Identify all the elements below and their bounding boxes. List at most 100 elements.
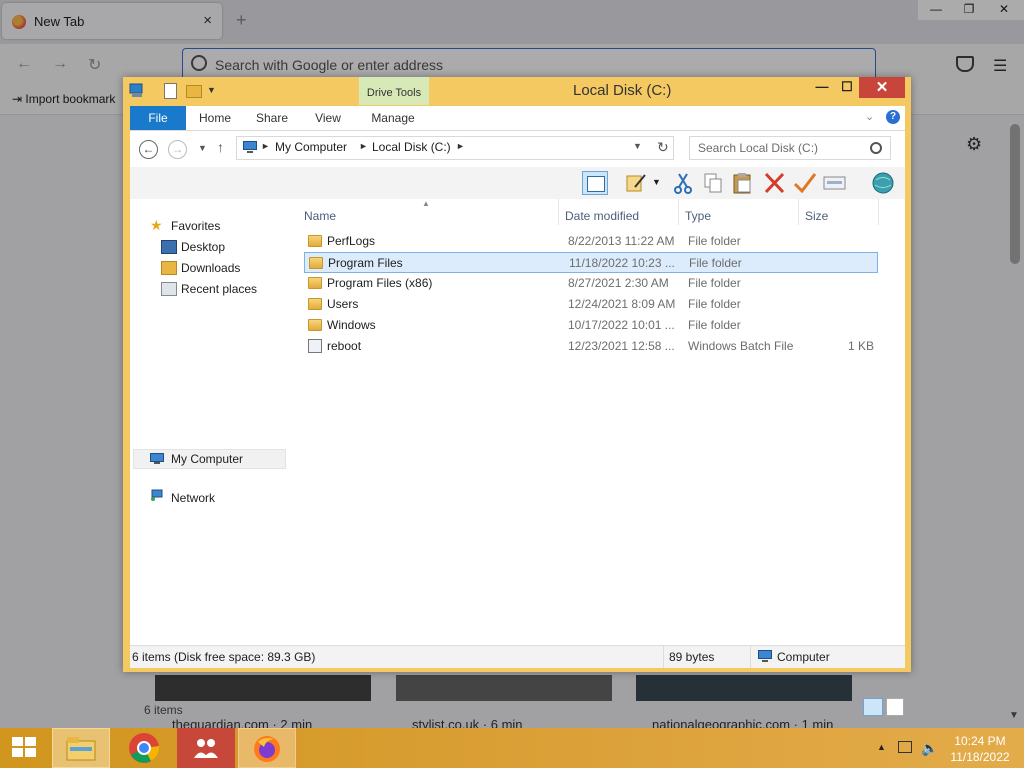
taskbar-firefox[interactable] [238, 728, 296, 768]
properties-edit-icon[interactable] [623, 171, 649, 195]
nav-network[interactable]: Network [171, 491, 215, 505]
tab-share[interactable]: Share [250, 106, 294, 130]
properties-icon[interactable] [164, 83, 177, 99]
search-input[interactable]: Search Local Disk (C:) [689, 136, 891, 160]
command-toolbar: ▼ [130, 167, 905, 199]
select-all-icon[interactable] [822, 171, 848, 195]
minimize-icon: — [815, 79, 829, 94]
file-date: 11/18/2022 10:23 ... [569, 256, 675, 270]
column-header-size[interactable]: Size [805, 209, 828, 223]
column-divider[interactable] [558, 199, 559, 225]
up-one-level-icon[interactable]: ↑ [217, 139, 224, 155]
windows-logo-icon [12, 737, 23, 746]
sort-ascending-icon: ▲ [422, 199, 430, 208]
taskbar: ▲ 🔈 10:24 PM 11/18/2022 [0, 728, 1024, 768]
file-name: reboot [327, 339, 362, 353]
file-date: 12/24/2021 8:09 AM [568, 297, 676, 311]
breadcrumb-separator-icon[interactable]: ► [359, 141, 368, 151]
preview-pane-button[interactable] [582, 171, 608, 195]
nav-favorites-label[interactable]: Favorites [171, 219, 220, 233]
start-button[interactable] [0, 728, 46, 768]
taskbar-chrome[interactable] [116, 728, 174, 768]
show-hidden-icons-icon[interactable]: ▲ [877, 742, 886, 752]
breadcrumb-my-computer[interactable]: My Computer [275, 140, 347, 154]
column-header-date-modified[interactable]: Date modified [565, 209, 639, 223]
address-bar[interactable]: ► My Computer ► Local Disk (C:) ► ▼ ↻ [236, 136, 674, 160]
details-view-button[interactable] [863, 698, 883, 716]
windows-logo-icon [25, 737, 36, 746]
address-dropdown-icon[interactable]: ▼ [633, 141, 642, 151]
large-icons-view-button[interactable] [886, 698, 904, 716]
computer-icon [243, 141, 257, 153]
minimize-button[interactable]: — [809, 77, 835, 99]
file-row[interactable]: Program Files (x86) 8/27/2021 2:30 AM Fi… [304, 273, 878, 294]
navigation-row: ← → ▼ ↑ ► My Computer ► Local Disk (C:) … [130, 131, 905, 167]
cut-icon[interactable] [670, 171, 696, 195]
tab-view[interactable]: View [308, 106, 348, 130]
back-button[interactable]: ← [139, 140, 158, 159]
volume-icon[interactable]: 🔈 [921, 740, 938, 757]
nav-my-computer[interactable]: My Computer [133, 449, 286, 469]
close-button[interactable]: ✕ [859, 77, 905, 98]
new-folder-icon[interactable] [186, 85, 202, 98]
file-name: PerfLogs [327, 234, 376, 248]
help-icon[interactable]: ? [886, 110, 900, 124]
network-tray-icon[interactable] [898, 741, 912, 753]
drive-icon[interactable] [129, 82, 145, 98]
folder-icon [308, 277, 322, 289]
rename-check-icon[interactable] [792, 171, 818, 195]
customize-quick-access-icon[interactable]: ▼ [207, 85, 216, 95]
column-header-name[interactable]: Name [304, 209, 336, 223]
file-type: File folder [688, 297, 741, 311]
file-name: Program Files [328, 256, 403, 270]
breadcrumb-separator-icon[interactable]: ► [456, 141, 465, 151]
properties-dropdown-icon[interactable]: ▼ [652, 177, 664, 201]
tab-manage[interactable]: Manage [366, 106, 420, 130]
refresh-icon[interactable]: ↻ [657, 139, 669, 156]
file-type: File folder [688, 276, 741, 290]
taskbar-people[interactable] [177, 728, 235, 768]
column-divider[interactable] [678, 199, 679, 225]
file-row[interactable]: PerfLogs 8/22/2013 11:22 AM File folder [304, 231, 878, 252]
file-date: 12/23/2021 12:58 ... [568, 339, 675, 353]
maximize-icon: ☐ [841, 79, 853, 94]
search-icon [870, 142, 882, 154]
file-row[interactable]: reboot 12/23/2021 12:58 ... Windows Batc… [304, 336, 878, 357]
recent-locations-dropdown-icon[interactable]: ▼ [198, 143, 207, 153]
desktop-icon [161, 240, 177, 254]
file-type: File folder [688, 234, 741, 248]
clock-date[interactable]: 11/18/2022 [950, 750, 1010, 764]
delete-icon[interactable] [762, 171, 788, 195]
preview-pane-icon [587, 176, 605, 192]
paste-icon[interactable] [730, 171, 756, 195]
status-disk-free: 6 items (Disk free space: 89.3 GB) [132, 650, 316, 664]
nav-downloads[interactable]: Downloads [181, 261, 240, 275]
column-divider[interactable] [798, 199, 799, 225]
maximize-button[interactable]: ☐ [835, 77, 859, 99]
file-name: Windows [327, 318, 376, 332]
column-header-type[interactable]: Type [685, 209, 711, 223]
clock-time[interactable]: 10:24 PM [950, 734, 1010, 748]
file-date: 8/22/2013 11:22 AM [568, 234, 675, 248]
breadcrumb-local-disk[interactable]: Local Disk (C:) [372, 140, 451, 154]
navigation-pane: ★ Favorites Desktop Downloads Recent pla… [130, 199, 290, 639]
taskbar-file-explorer[interactable] [52, 728, 110, 768]
drive-tools-label: Drive Tools [366, 87, 422, 99]
column-divider[interactable] [878, 199, 879, 225]
copy-icon[interactable] [700, 171, 726, 195]
tab-home[interactable]: Home [192, 106, 238, 130]
ribbon-tabs: File Home Share View Manage ⌄ ? [130, 106, 905, 131]
file-row[interactable]: Windows 10/17/2022 10:01 ... File folder [304, 315, 878, 336]
network-icon [151, 489, 163, 501]
explorer-window: ▼ Drive Tools Local Disk (C:) — ☐ ✕ File… [123, 77, 911, 717]
expand-ribbon-icon[interactable]: ⌄ [865, 110, 874, 123]
nav-desktop[interactable]: Desktop [181, 240, 225, 254]
breadcrumb-separator-icon[interactable]: ► [261, 141, 270, 151]
nav-recent-places[interactable]: Recent places [181, 282, 257, 296]
tab-file[interactable]: File [130, 106, 186, 130]
globe-icon[interactable] [870, 171, 896, 195]
forward-button[interactable]: → [168, 140, 187, 159]
file-row[interactable]: Users 12/24/2021 8:09 AM File folder [304, 294, 878, 315]
file-row-selected[interactable]: Program Files 11/18/2022 10:23 ... File … [304, 252, 878, 273]
file-type: Windows Batch File [688, 339, 794, 353]
